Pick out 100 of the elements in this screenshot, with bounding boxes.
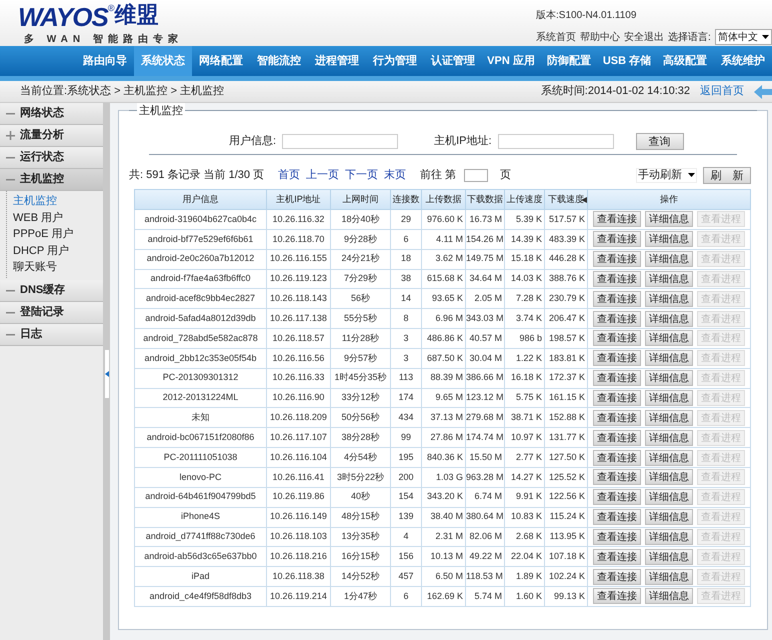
action-button[interactable]: 详细信息 [645,370,693,386]
table-cell: 3 [390,348,422,368]
table-cell: 49.22 M [466,546,504,567]
table-cell: 152.88 K [544,408,588,428]
sidebar-group[interactable]: 网络状态 [0,103,103,125]
action-button[interactable]: 详细信息 [645,568,693,585]
action-button[interactable]: 详细信息 [645,350,693,366]
action-button[interactable]: 查看连接 [593,489,641,506]
sidebar-group[interactable]: 运行状态 [0,147,103,169]
action-button[interactable]: 查看连接 [593,310,641,327]
action-button[interactable]: 查看连接 [593,290,641,307]
table-cell: 18分40秒 [330,210,390,230]
action-button[interactable]: 查看连接 [593,588,641,604]
table-cell: 4 [390,527,422,547]
nav-tab[interactable]: 网络配置 [192,46,250,76]
action-button[interactable]: 查看连接 [593,430,641,446]
action-button[interactable]: 查看连接 [593,330,641,346]
pager-link[interactable]: 上一页 [306,166,340,184]
action-button[interactable]: 查看连接 [593,390,641,406]
table-cell: 10.26.117.138 [266,308,330,329]
refresh-mode-select[interactable]: 手动刷新 [636,168,697,182]
action-button[interactable]: 详细信息 [645,469,693,486]
column-header: 用户信息 [134,190,266,210]
action-button[interactable]: 查看连接 [593,450,641,466]
table-cell: 1时45分35秒 [330,368,390,388]
action-button[interactable]: 查看连接 [593,251,641,268]
table-cell: 10.83 K [504,507,544,527]
action-button[interactable]: 详细信息 [645,548,693,565]
sidebar-group[interactable]: 登陆记录 [0,302,103,324]
action-button[interactable]: 详细信息 [645,231,693,248]
action-button[interactable]: 查看连接 [593,528,641,545]
user-info-field[interactable] [282,134,398,148]
action-button[interactable]: 查看连接 [593,350,641,366]
action-button[interactable]: 详细信息 [645,251,693,268]
action-button[interactable]: 详细信息 [645,310,693,327]
nav-tab[interactable]: 系统维护 [714,46,772,76]
sidebar-link[interactable]: 主机监控 [13,193,103,210]
action-button[interactable]: 详细信息 [645,410,693,426]
action-button[interactable]: 详细信息 [645,509,693,526]
sidebar-link[interactable]: DHCP 用户 [13,242,103,259]
table-cell: 2.68 K [504,527,544,547]
table-cell: 9分57秒 [330,348,390,368]
table-cell: 11分28秒 [330,328,390,348]
table-cell: 446.28 K [544,249,588,270]
header-link[interactable]: 系统首页 [536,30,576,44]
action-button[interactable]: 查看连接 [593,211,641,228]
field-label: 用户信息: [229,134,276,149]
nav-tab[interactable]: 防御配置 [540,46,598,76]
sidebar-link[interactable]: 聊天账号 [13,259,103,276]
nav-tab[interactable]: USB 存储 [598,46,656,76]
sidebar-link[interactable]: WEB 用户 [13,210,103,226]
table-cell: 2012-20131224ML [134,388,266,408]
sidebar-group[interactable]: DNS缓存 [0,280,103,302]
header-link[interactable]: 安全退出 [624,30,664,44]
action-button[interactable]: 详细信息 [645,430,693,446]
action-button[interactable]: 详细信息 [645,290,693,307]
nav-tab[interactable]: 智能流控 [250,46,308,76]
table-cell: 99 [390,428,422,448]
pager-link[interactable]: 末页 [384,166,406,184]
sidebar-link[interactable]: PPPoE 用户 [13,226,103,242]
nav-tab[interactable]: 认证管理 [424,46,482,76]
action-button[interactable]: 查看连接 [593,568,641,585]
nav-tab[interactable]: 进程管理 [308,46,366,76]
nav-tab[interactable]: 高级配置 [656,46,714,76]
sidebar-group[interactable]: 日志 [0,324,103,346]
refresh-button[interactable]: 刷 新 [703,166,751,184]
table-cell: 9.65 M [422,388,466,408]
query-button[interactable]: 查询 [636,132,684,150]
ip-address-field[interactable] [498,134,614,148]
action-button[interactable]: 查看连接 [593,370,641,386]
action-button[interactable]: 详细信息 [645,489,693,506]
language-select[interactable]: 简体中文 [714,29,772,45]
action-button[interactable]: 查看连接 [593,509,641,526]
action-button[interactable]: 查看连接 [593,270,641,287]
nav-tab[interactable]: VPN 应用 [482,46,540,76]
action-button[interactable]: 查看连接 [593,231,641,248]
action-button[interactable]: 查看连接 [593,469,641,486]
pager-link[interactable]: 下一页 [345,166,378,184]
action-button[interactable]: 查看连接 [593,548,641,565]
action-button[interactable]: 详细信息 [645,330,693,346]
action-button[interactable]: 详细信息 [645,270,693,287]
action-button[interactable]: 详细信息 [645,588,693,604]
nav-tab[interactable]: 行为管理 [366,46,424,76]
page-number-field[interactable] [464,168,488,182]
collapse-handle[interactable] [104,350,108,398]
sidebar-group[interactable]: 主机监控 [0,169,103,191]
back-home-link[interactable]: 返回首页 [700,83,744,100]
table-cell: 14.27 K [504,467,544,488]
pager-link[interactable]: 首页 [278,166,300,184]
action-button[interactable]: 详细信息 [645,390,693,406]
table-cell: 156 [390,546,422,567]
column-header: 下载数据 [466,190,504,210]
nav-tab[interactable]: 路由向导 [76,46,134,76]
sidebar-group[interactable]: 流量分析 [0,125,103,147]
action-button[interactable]: 详细信息 [645,450,693,466]
action-button[interactable]: 查看连接 [593,410,641,426]
table-cell: 99.13 K [544,586,588,606]
action-button[interactable]: 详细信息 [645,211,693,228]
header-link[interactable]: 帮助中心 [580,30,620,44]
action-button[interactable]: 详细信息 [645,528,693,545]
